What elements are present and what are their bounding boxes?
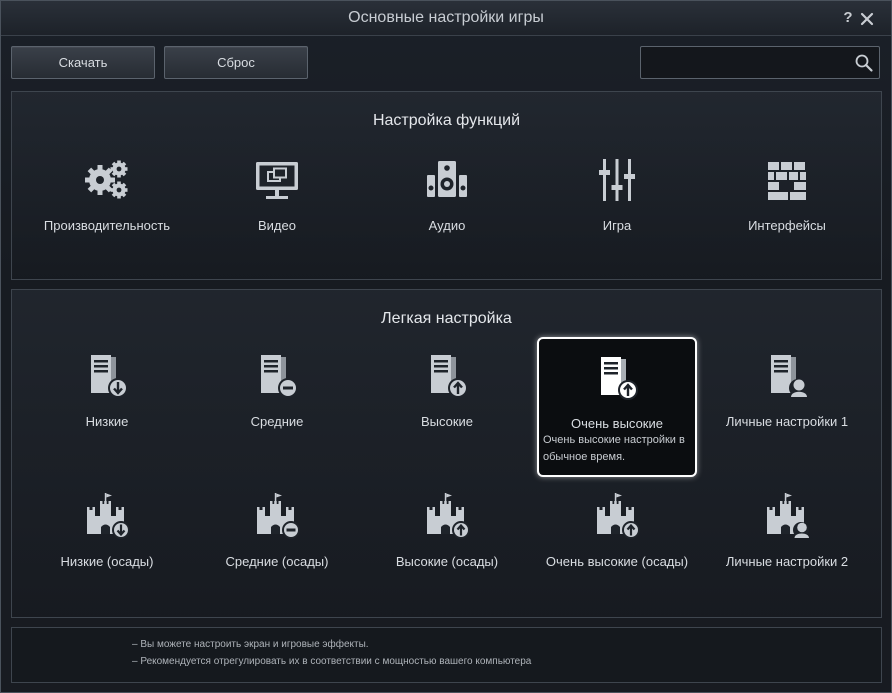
feature-label: Видео [258, 218, 296, 233]
reset-button[interactable]: Сброс [164, 46, 308, 79]
preset-label: Очень высокие [571, 416, 663, 431]
siege-preset-high[interactable]: Высокие (осады) [362, 490, 532, 610]
preset-label: Личные настройки 2 [725, 554, 849, 569]
help-button[interactable]: ? [841, 10, 855, 26]
title-bar[interactable]: Основные настройки игры ? [1, 1, 891, 36]
search-icon[interactable] [854, 53, 874, 73]
preset-low[interactable]: Низкие [22, 350, 192, 470]
siege-preset-medium[interactable]: Средние (осады) [192, 490, 362, 610]
preset-label: Очень высокие (осады) [545, 554, 689, 569]
feature-performance[interactable]: Производительность [22, 154, 192, 274]
easy-settings-panel: Легкая настройка Низкие Средние Высокие … [11, 289, 882, 618]
monitor-icon [256, 162, 298, 199]
footer-line: – Рекомендуется отрегулировать их в соот… [132, 656, 532, 667]
server-up-icon [431, 355, 468, 398]
preset-label: Средние [250, 414, 304, 429]
preset-high[interactable]: Высокие [362, 350, 532, 470]
castle-up-icon [427, 493, 470, 539]
preset-label: Высокие [420, 414, 474, 429]
preset-label: Низкие [85, 414, 129, 429]
siege-preset-custom-2[interactable]: Личные настройки 2 [702, 490, 872, 610]
server-user-icon [771, 355, 807, 397]
castle-user-icon [767, 493, 809, 538]
feature-label: Игра [602, 218, 632, 233]
close-icon[interactable] [858, 10, 876, 28]
feature-label: Интерфейсы [748, 218, 826, 233]
search-input[interactable] [647, 47, 847, 80]
footer-line: – Вы можете настроить экран и игровые эф… [132, 639, 369, 650]
speaker-icon [427, 161, 467, 197]
search-box[interactable] [640, 46, 880, 80]
preset-medium[interactable]: Средние [192, 350, 362, 470]
preset-custom-1[interactable]: Личные настройки 1 [702, 350, 872, 470]
feature-game[interactable]: Игра [532, 154, 702, 274]
feature-interfaces[interactable]: Интерфейсы [702, 154, 872, 274]
gears-icon [85, 160, 128, 199]
feature-video[interactable]: Видео [192, 154, 362, 274]
preset-label: Средние (осады) [225, 554, 329, 569]
server-minus-icon [261, 355, 298, 398]
preset-label: Низкие (осады) [60, 554, 154, 569]
settings-window: Основные настройки игры ? Скачать Сброс … [0, 0, 892, 693]
server-up-icon [601, 357, 638, 400]
download-button[interactable]: Скачать [11, 46, 155, 79]
preset-very-high[interactable]: Очень высокие Очень высокие настройки в … [537, 337, 697, 477]
features-title: Настройка функций [372, 112, 521, 129]
castle-minus-icon [257, 493, 300, 539]
preset-description: Очень высокие настройки в обычное время. [543, 434, 685, 463]
preset-label: Личные настройки 1 [725, 414, 849, 429]
window-title: Основные настройки игры [348, 9, 544, 26]
preset-label: Высокие (осады) [395, 554, 499, 569]
feature-label: Производительность [43, 218, 171, 233]
siege-preset-low[interactable]: Низкие (осады) [22, 490, 192, 610]
server-down-icon [91, 355, 128, 398]
blocks-icon [768, 162, 806, 200]
easy-settings-title: Легкая настройка [381, 310, 512, 327]
feature-label: Аудио [428, 218, 466, 233]
siege-preset-very-high[interactable]: Очень высокие (осады) [532, 490, 702, 610]
sliders-icon [599, 159, 635, 201]
info-footer: – Вы можете настроить экран и игровые эф… [11, 627, 882, 683]
castle-up-icon [597, 493, 640, 539]
feature-audio[interactable]: Аудио [362, 154, 532, 274]
castle-down-icon [87, 493, 130, 539]
features-panel: Настройка функций Производительность Вид… [11, 91, 882, 280]
